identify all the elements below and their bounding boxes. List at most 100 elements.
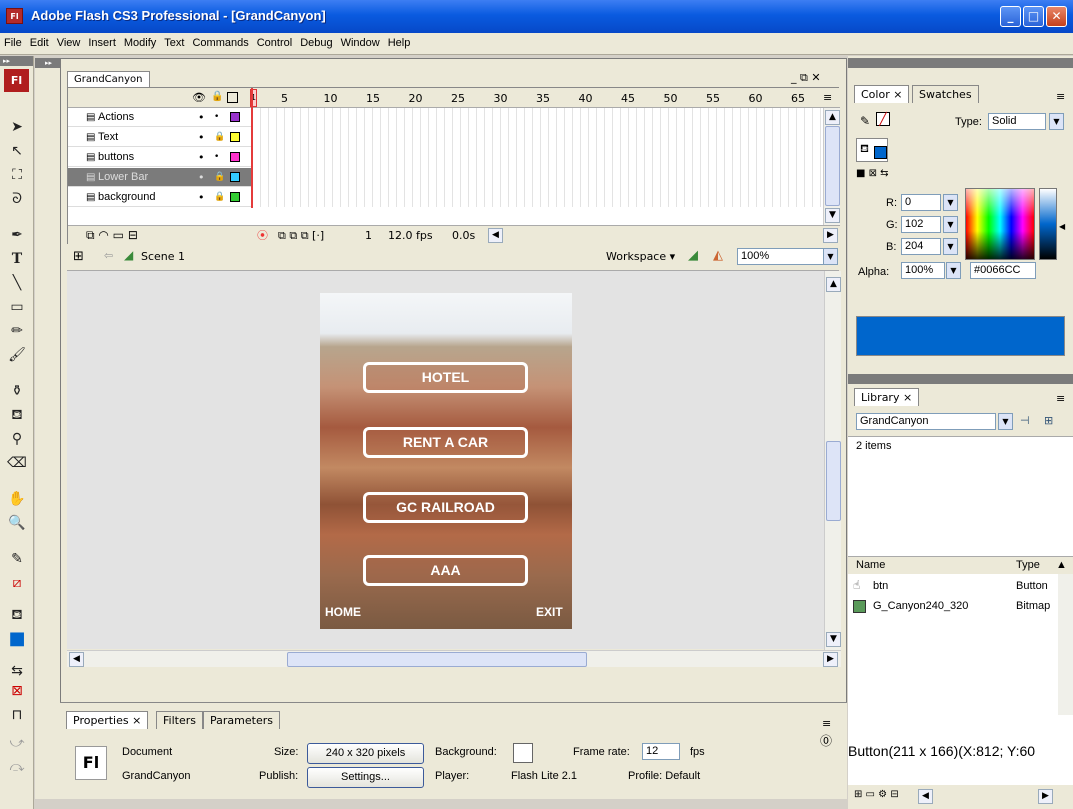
menu-text[interactable]: Text xyxy=(160,33,188,49)
menu-edit[interactable]: Edit xyxy=(26,33,53,49)
frame-grid[interactable] xyxy=(253,108,823,207)
stage-button-rent-a-car[interactable]: RENT A CAR xyxy=(363,427,528,458)
tab-filters[interactable]: Filters xyxy=(156,711,203,729)
panel-grip[interactable] xyxy=(848,58,1073,68)
layer-outline-color[interactable] xyxy=(230,172,240,182)
rectangle-tool-icon[interactable]: ▭ xyxy=(5,296,29,318)
layer-outline-color[interactable] xyxy=(230,152,240,162)
scroll-right-icon[interactable]: ▶ xyxy=(823,652,838,667)
stroke-none-swatch-icon[interactable]: ╱ xyxy=(876,112,890,126)
menu-modify[interactable]: Modify xyxy=(120,33,160,49)
new-library-panel-icon[interactable]: ⊞ xyxy=(1044,414,1053,427)
scroll-thumb[interactable] xyxy=(825,126,840,206)
menu-window[interactable]: Window xyxy=(337,33,384,49)
column-name[interactable]: Name xyxy=(856,559,885,571)
tab-properties[interactable]: Properties × xyxy=(66,711,149,729)
color-type-dropdown-icon[interactable]: ▼ xyxy=(1049,113,1064,130)
lasso-tool-icon[interactable]: ᘐ xyxy=(5,188,29,210)
layer-visibility-dot[interactable]: • xyxy=(198,188,205,207)
library-document-field[interactable]: GrandCanyon xyxy=(856,413,996,430)
pin-library-icon[interactable]: ⊣ xyxy=(1020,414,1030,427)
eraser-tool-icon[interactable]: ⌫ xyxy=(5,452,29,474)
list-item[interactable]: ☝ btn Button xyxy=(848,578,1058,596)
sort-icon[interactable]: ▲ xyxy=(1056,559,1067,571)
scroll-left-icon[interactable]: ◀ xyxy=(488,228,503,243)
zoom-dropdown-icon[interactable]: ▼ xyxy=(823,248,838,265)
layer-row[interactable]: ▤ Lower Bar • 🔒 xyxy=(68,168,253,187)
maximize-button[interactable]: □ xyxy=(1023,6,1044,27)
back-arrow-icon[interactable]: ⇦ xyxy=(104,249,113,262)
stage-button-aaa[interactable]: AAA xyxy=(363,555,528,586)
paint-bucket-tool-icon[interactable]: ⛾ xyxy=(5,404,29,426)
red-field[interactable]: 0 xyxy=(901,194,941,211)
layer-visibility-dot[interactable]: • xyxy=(198,108,205,127)
menu-control[interactable]: Control xyxy=(253,33,296,49)
stroke-none-swatch-icon[interactable]: ⧄ xyxy=(5,572,29,594)
lock-icon[interactable]: 🔒 xyxy=(211,91,223,102)
stage-button-gc-railroad[interactable]: GC RAILROAD xyxy=(363,492,528,523)
color-type-field[interactable]: Solid xyxy=(988,113,1046,130)
line-tool-icon[interactable]: ╲ xyxy=(5,272,29,294)
scene-name[interactable]: Scene 1 xyxy=(141,250,185,263)
fill-swatch-icon[interactable]: ■ xyxy=(5,628,29,650)
workspace-menu[interactable]: Workspace ▾ xyxy=(606,250,675,263)
pen-tool-icon[interactable]: ✒ xyxy=(5,224,29,246)
menu-insert[interactable]: Insert xyxy=(84,33,120,49)
brightness-handle-icon[interactable]: ◀ xyxy=(1059,222,1065,231)
layer-row[interactable]: ▤ Actions • • xyxy=(68,108,253,127)
brightness-slider[interactable] xyxy=(1039,188,1057,260)
stage-hscroll[interactable]: ◀ ▶ xyxy=(67,650,841,667)
menu-help[interactable]: Help xyxy=(384,33,415,49)
panel-menu-icon[interactable]: ≡ xyxy=(1056,392,1065,405)
eyedropper-tool-icon[interactable]: ⚲ xyxy=(5,428,29,450)
column-type[interactable]: Type xyxy=(1016,559,1040,571)
tab-grandcanyon[interactable]: GrandCanyon xyxy=(67,71,150,87)
publish-settings-button[interactable]: Settings... xyxy=(307,767,424,788)
snap-magnet-icon[interactable]: ⊓ xyxy=(5,704,29,726)
layer-row[interactable]: ▤ Text • 🔒 xyxy=(68,128,253,147)
onion-skin-icons[interactable]: ⧉ ⧉ ⧉ [·] xyxy=(278,226,324,245)
layer-visibility-dot[interactable]: • xyxy=(198,128,205,147)
stage-exit-link[interactable]: EXIT xyxy=(536,605,563,619)
scroll-down-icon[interactable]: ▼ xyxy=(826,632,841,647)
panel-menu-icon[interactable]: ≡ xyxy=(822,717,831,730)
red-dropdown-icon[interactable]: ▼ xyxy=(943,194,958,211)
color-swap-icons[interactable]: ■ ⊠ ⇆ xyxy=(856,168,889,179)
scroll-left-icon[interactable]: ◀ xyxy=(69,652,84,667)
frame-rate-field[interactable]: 12 xyxy=(642,743,680,760)
library-vscroll[interactable] xyxy=(1058,574,1073,715)
alpha-dropdown-icon[interactable]: ▼ xyxy=(946,262,961,279)
eye-icon[interactable]: 👁 xyxy=(192,91,206,104)
no-color-icon[interactable]: ⊠ xyxy=(5,680,29,702)
layer-row[interactable]: ▤ background • 🔒 xyxy=(68,188,253,207)
hand-tool-icon[interactable]: ✋ xyxy=(5,488,29,510)
subselection-tool-icon[interactable]: ↖ xyxy=(5,140,29,162)
document-size-button[interactable]: 240 x 320 pixels xyxy=(307,743,424,764)
scroll-thumb[interactable] xyxy=(826,441,841,521)
stroke-color-icon[interactable]: ✎ xyxy=(860,114,870,128)
brush-tool-icon[interactable]: 🖌 xyxy=(5,344,29,366)
stage-home-link[interactable]: HOME xyxy=(325,605,361,619)
swap-colors-icon[interactable]: ⇆ xyxy=(5,660,29,682)
center-frame-icon[interactable]: ⦿ xyxy=(257,226,268,245)
smooth-icon[interactable]: ⤻ xyxy=(5,732,29,754)
library-tool-icons[interactable]: ⊞ ▭ ⚙ ⊟ xyxy=(854,789,899,800)
scroll-down-icon[interactable]: ▼ xyxy=(825,208,840,223)
scroll-right-icon[interactable]: ▶ xyxy=(1038,789,1053,804)
stage-canvas[interactable]: HOTEL RENT A CAR GC RAILROAD AAA HOME EX… xyxy=(320,293,572,629)
scroll-left-icon[interactable]: ◀ xyxy=(918,789,933,804)
playhead[interactable] xyxy=(251,88,253,208)
green-field[interactable]: 102 xyxy=(901,216,941,233)
blue-dropdown-icon[interactable]: ▼ xyxy=(943,238,958,255)
panel-menu-icon[interactable]: ≡ xyxy=(1056,90,1065,103)
menu-view[interactable]: View xyxy=(53,33,85,49)
scroll-up-icon[interactable]: ▲ xyxy=(826,277,841,292)
panel-collapse-icon[interactable]: ▸▸ xyxy=(0,56,33,66)
color-spectrum[interactable] xyxy=(965,188,1035,260)
text-tool-icon[interactable]: T xyxy=(5,248,29,270)
add-layer-icons[interactable]: ⧉ ◠ ▭ ⊟ xyxy=(86,226,138,245)
fill-color-icon[interactable]: ⛾ xyxy=(5,604,29,626)
alpha-field[interactable]: 100% xyxy=(901,262,945,279)
free-transform-tool-icon[interactable]: ⛶ xyxy=(5,164,29,186)
layer-outline-color[interactable] xyxy=(230,112,240,122)
